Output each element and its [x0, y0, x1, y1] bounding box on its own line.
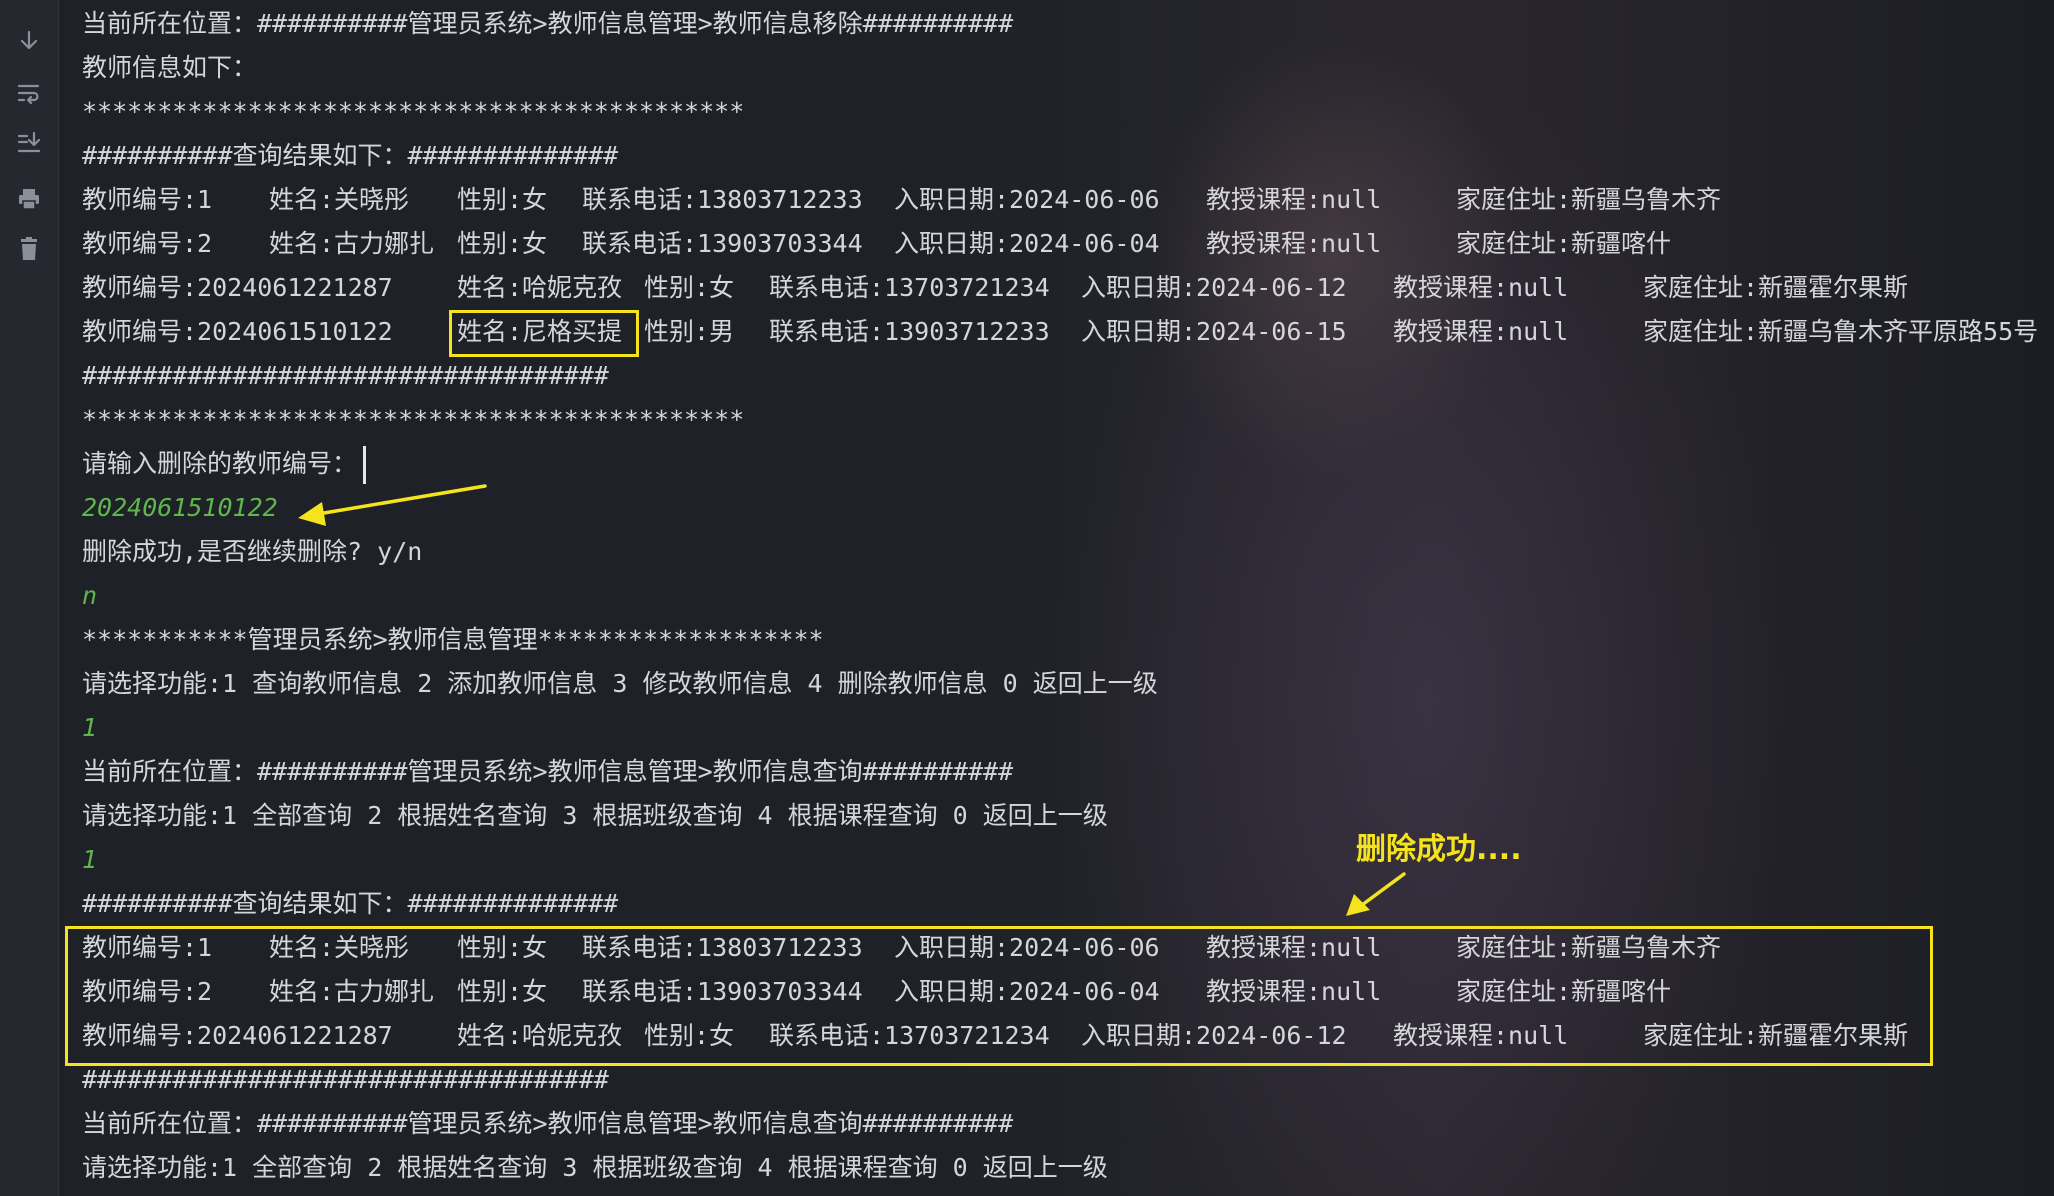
teacher-id: 教师编号:2	[82, 229, 213, 258]
teacher-name: 姓名:关晓彤	[269, 185, 410, 214]
scroll-to-end-icon[interactable]	[14, 128, 44, 158]
teacher-course: 教授课程:null	[1393, 317, 1569, 346]
hash-separator: ###################################	[82, 361, 609, 390]
stars-separator: ****************************************…	[82, 97, 745, 126]
teacher-address: 家庭住址:新疆乌鲁木齐	[1456, 185, 1722, 214]
console-window: 当前所在位置：##########管理员系统>教师信息管理>教师信息移除####…	[0, 0, 2054, 1196]
teacher-gender: 性别:男	[644, 317, 735, 346]
prompt-text: 请输入删除的教师编号：	[82, 449, 358, 478]
text-cursor	[363, 446, 367, 484]
teacher-gender: 性别:女	[644, 273, 735, 302]
teacher-id: 教师编号:1	[82, 185, 213, 214]
teacher-phone: 联系电话:13903712233	[769, 317, 1050, 346]
teacher-hire-date: 入职日期:2024-06-06	[894, 185, 1160, 214]
table-row: 教师编号:2024061221287 姓名:哈妮克孜 性别:女 联系电话:137…	[82, 266, 2042, 310]
teacher-course: 教授课程:null	[1393, 273, 1569, 302]
console-toolbar	[0, 0, 59, 1196]
teacher-hire-date: 入职日期:2024-06-12	[1081, 273, 1347, 302]
query-options: 请选择功能:1 全部查询 2 根据姓名查询 3 根据班级查询 4 根据课程查询 …	[82, 801, 1108, 830]
user-input-query: 1	[82, 845, 98, 874]
teacher-phone: 联系电话:13903703344	[582, 229, 863, 258]
teacher-phone: 联系电话:13803712233	[582, 185, 863, 214]
annotation-label: 删除成功....	[1356, 832, 1522, 867]
teacher-course: 教授课程:null	[1206, 185, 1382, 214]
stars-separator: ****************************************…	[82, 405, 745, 434]
info-heading: 教师信息如下：	[82, 53, 258, 82]
teacher-gender: 性别:女	[457, 229, 548, 258]
location-line: 当前所在位置：##########管理员系统>教师信息管理>教师信息查询####…	[82, 757, 1014, 786]
soft-wrap-icon[interactable]	[14, 78, 44, 108]
highlight-box-remaining-rows	[65, 926, 1933, 1066]
highlight-box-deleted-name	[449, 310, 639, 357]
menu-title: ***********管理员系统>教师信息管理*****************…	[82, 625, 824, 654]
result-heading: ##########查询结果如下：##############	[82, 889, 619, 918]
location-line: 当前所在位置：##########管理员系统>教师信息管理>教师信息移除####…	[82, 9, 1014, 38]
teacher-address: 家庭住址:新疆乌鲁木齐平原路55号	[1643, 317, 2039, 346]
teacher-phone: 联系电话:13703721234	[769, 273, 1050, 302]
teacher-gender: 性别:女	[457, 185, 548, 214]
user-input-delete-id: 2024061510122	[82, 493, 278, 522]
user-input-menu: 1	[82, 713, 98, 742]
query-options: 请选择功能:1 全部查询 2 根据姓名查询 3 根据班级查询 4 根据课程查询 …	[82, 1153, 1108, 1182]
menu-options: 请选择功能:1 查询教师信息 2 添加教师信息 3 修改教师信息 4 删除教师信…	[82, 669, 1158, 698]
delete-success-prompt: 删除成功,是否继续删除? y/n	[82, 537, 423, 566]
result-heading: ##########查询结果如下：##############	[82, 141, 619, 170]
teacher-address: 家庭住址:新疆喀什	[1456, 229, 1672, 258]
teacher-name: 姓名:古力娜扎	[269, 229, 435, 258]
user-input-continue: n	[82, 581, 98, 610]
teacher-course: 教授课程:null	[1206, 229, 1382, 258]
teacher-hire-date: 入职日期:2024-06-15	[1081, 317, 1347, 346]
print-icon[interactable]	[14, 184, 44, 214]
table-row: 教师编号:2024061510122 姓名:尼格买提 性别:男 联系电话:139…	[82, 310, 2042, 354]
table-row: 教师编号:1 姓名:关晓彤 性别:女 联系电话:13803712233 入职日期…	[82, 178, 2042, 222]
arrow-down-icon[interactable]	[14, 26, 44, 56]
table-row: 教师编号:2 姓名:古力娜扎 性别:女 联系电话:13903703344 入职日…	[82, 222, 2042, 266]
location-line: 当前所在位置：##########管理员系统>教师信息管理>教师信息查询####…	[82, 1109, 1014, 1138]
trash-icon[interactable]	[14, 234, 44, 264]
teacher-id: 教师编号:2024061510122	[82, 317, 393, 346]
delete-id-prompt: 请输入删除的教师编号：	[82, 442, 367, 486]
teacher-id: 教师编号:2024061221287	[82, 273, 393, 302]
teacher-hire-date: 入职日期:2024-06-04	[894, 229, 1160, 258]
teacher-name: 姓名:哈妮克孜	[457, 273, 623, 302]
teacher-address: 家庭住址:新疆霍尔果斯	[1643, 273, 1909, 302]
